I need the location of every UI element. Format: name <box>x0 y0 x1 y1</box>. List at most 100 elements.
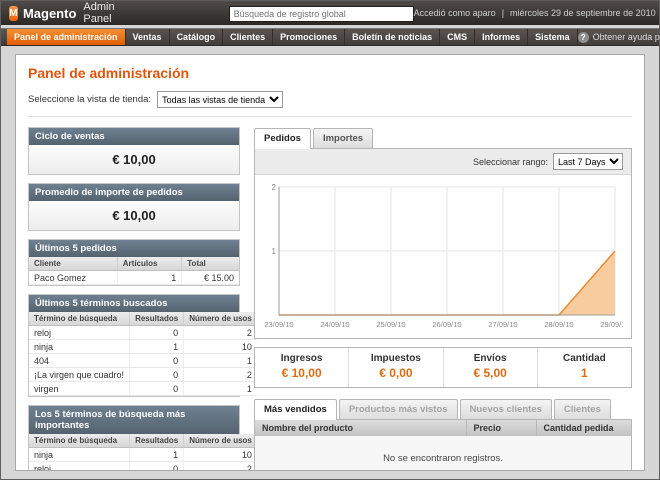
content-box: Panel de administración Seleccione la vi… <box>15 54 645 471</box>
stat-value: 1 <box>542 366 627 380</box>
col-header: Artículos <box>117 257 181 271</box>
average-orders-panel: Promedio de importe de pedidos € 10,00 <box>28 183 240 231</box>
orders-chart: 1223/09/1024/09/1025/09/1026/09/1027/09/… <box>263 181 623 331</box>
header-meta: Accedió como aparo | miércoles 29 de sep… <box>414 8 660 18</box>
nav-item-cms[interactable]: CMS <box>440 29 475 45</box>
svg-text:27/09/10: 27/09/10 <box>488 320 517 329</box>
top-header-bar: M Magento Admin Panel Accedió como aparo… <box>1 1 659 25</box>
nav-item-ventas[interactable]: Ventas <box>126 29 170 45</box>
nav-item-dashboard[interactable]: Panel de administración <box>7 29 126 45</box>
nav-item-catalogo[interactable]: Catálogo <box>170 29 224 45</box>
uses-count: 2 <box>184 368 257 382</box>
table-row[interactable]: virgen 0 1 <box>29 382 257 396</box>
table-row[interactable]: ninja 1 10 <box>29 448 257 462</box>
search-term: ¡La virgen que cuadro! <box>29 368 130 382</box>
nav-item-sistema[interactable]: Sistema <box>528 29 578 45</box>
svg-text:23/09/10: 23/09/10 <box>264 320 293 329</box>
store-view-select[interactable]: Todas las vistas de tienda <box>157 91 283 108</box>
top-search-terms-title: Los 5 términos de búsqueda más important… <box>29 406 239 434</box>
col-header: Número de usos <box>184 434 257 448</box>
col-header: Cantidad pedida <box>536 420 631 436</box>
content-area: Panel de administración Seleccione la vi… <box>1 46 659 479</box>
global-search-input[interactable] <box>229 6 414 22</box>
svg-text:28/09/10: 28/09/10 <box>544 320 573 329</box>
col-header: Nombre del producto <box>255 420 466 436</box>
last-search-terms-table: Término de búsqueda Resultados Número de… <box>29 312 257 396</box>
svg-text:2: 2 <box>272 183 277 192</box>
page-help-link[interactable]: ? Obtener ayuda para esta página <box>578 29 660 45</box>
logo-subtitle: Admin Panel <box>83 1 120 25</box>
stat-label: Envíos <box>448 353 533 364</box>
col-header: Total <box>182 257 239 271</box>
average-orders-value: € 10,00 <box>29 201 239 230</box>
help-icon: ? <box>578 32 589 43</box>
empty-records-message: No se encontraron registros. <box>255 436 631 471</box>
tab-productos-mas-vistos[interactable]: Productos más vistos <box>339 399 458 419</box>
tab-pedidos[interactable]: Pedidos <box>254 128 311 149</box>
current-date-text: miércoles 29 de septiembre de 2010 <box>510 8 656 18</box>
tab-importes[interactable]: Importes <box>313 128 373 148</box>
tab-nuevos-clientes[interactable]: Nuevos clientes <box>460 399 552 419</box>
order-total: € 15.00 <box>182 271 239 285</box>
svg-text:25/09/10: 25/09/10 <box>376 320 405 329</box>
stat-label: Ingresos <box>259 353 344 364</box>
range-select[interactable]: Last 7 Days <box>553 153 623 170</box>
stat-ingresos: Ingresos € 10,00 <box>255 348 348 387</box>
uses-count: 1 <box>184 354 257 368</box>
orders-chart-panel: Seleccionar rango: Last 7 Days 1 2 23/09/1… <box>254 148 632 339</box>
search-term: virgen <box>29 382 130 396</box>
uses-count: 2 <box>184 326 257 340</box>
stat-value: € 5,00 <box>448 366 533 380</box>
last-search-terms-panel: Últimos 5 términos buscados Término de b… <box>28 294 240 397</box>
logged-in-as-text: Accedió como aparo <box>414 8 496 18</box>
nav-item-boletin[interactable]: Boletín de noticias <box>345 29 440 45</box>
table-row[interactable]: reloj 0 2 <box>29 462 257 472</box>
table-row[interactable]: reloj 0 2 <box>29 326 257 340</box>
last-search-terms-title: Últimos 5 términos buscados <box>29 295 239 312</box>
svg-text:1: 1 <box>272 247 277 256</box>
global-search <box>229 4 414 22</box>
nav-item-clientes[interactable]: Clientes <box>223 29 273 45</box>
results-count: 1 <box>130 340 184 354</box>
results-count: 0 <box>130 368 184 382</box>
top-search-terms-panel: Los 5 términos de búsqueda más important… <box>28 405 240 471</box>
lifetime-sales-title: Ciclo de ventas <box>29 128 239 145</box>
results-count: 0 <box>130 462 184 472</box>
table-row[interactable]: ninja 1 10 <box>29 340 257 354</box>
tab-mas-vendidos[interactable]: Más vendidos <box>254 399 337 420</box>
tab-clientes[interactable]: Clientes <box>554 399 611 419</box>
results-count: 0 <box>130 382 184 396</box>
logo-text: Magento <box>23 6 76 21</box>
table-row[interactable]: Paco Gomez 1 € 15.00 <box>29 271 239 285</box>
store-view-label: Seleccione la vista de tienda: <box>28 94 151 105</box>
stat-value: € 10,00 <box>259 366 344 380</box>
table-row[interactable]: ¡La virgen que cuadro! 0 2 <box>29 368 257 382</box>
stat-envios: Envíos € 5,00 <box>443 348 537 387</box>
results-count: 0 <box>130 354 184 368</box>
search-term: 404 <box>29 354 130 368</box>
stat-cantidad: Cantidad 1 <box>537 348 631 387</box>
range-selector-row: Seleccionar rango: Last 7 Days <box>255 149 631 175</box>
lifetime-sales-value: € 10,00 <box>29 145 239 174</box>
chart-tabs: Pedidos Importes <box>254 127 632 148</box>
uses-count: 1 <box>184 382 257 396</box>
bestsellers-panel: Nombre del producto Precio Cantidad pedi… <box>254 419 632 471</box>
stat-label: Cantidad <box>542 353 627 364</box>
stat-impuestos: Impuestos € 0,00 <box>348 348 442 387</box>
page-title: Panel de administración <box>28 65 632 81</box>
nav-item-promociones[interactable]: Promociones <box>273 29 345 45</box>
nav-item-informes[interactable]: Informes <box>475 29 528 45</box>
meta-separator: | <box>502 8 504 18</box>
search-term: reloj <box>29 326 130 340</box>
magento-admin-window: M Magento Admin Panel Accedió como aparo… <box>0 0 660 480</box>
results-count: 1 <box>130 448 184 462</box>
col-header: Cliente <box>29 257 117 271</box>
average-orders-title: Promedio de importe de pedidos <box>29 184 239 201</box>
col-header: Resultados <box>130 312 184 326</box>
table-row[interactable]: 404 0 1 <box>29 354 257 368</box>
last-orders-panel: Últimos 5 pedidos Cliente Artículos Tota… <box>28 239 240 286</box>
top-search-terms-table: Término de búsqueda Resultados Número de… <box>29 434 257 471</box>
dashboard-columns: Ciclo de ventas € 10,00 Promedio de impo… <box>28 127 632 471</box>
stat-value: € 0,00 <box>353 366 438 380</box>
range-label: Seleccionar rango: <box>473 157 548 167</box>
